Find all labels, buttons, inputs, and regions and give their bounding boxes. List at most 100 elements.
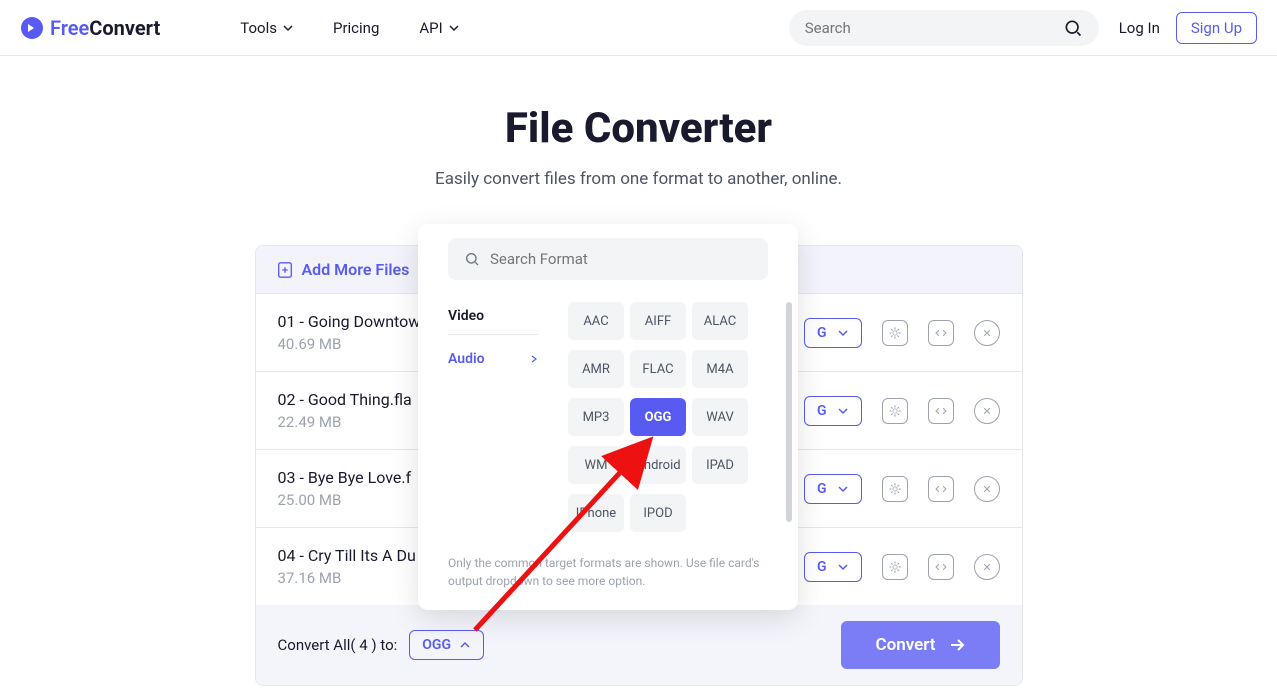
- format-option-alac[interactable]: ALAC: [692, 302, 748, 340]
- logo-icon: [20, 16, 44, 40]
- search-input[interactable]: [805, 19, 1063, 37]
- signup-button[interactable]: Sign Up: [1176, 12, 1257, 44]
- file-actions: G: [804, 552, 1000, 582]
- close-icon: [980, 482, 994, 496]
- file-format-label: G: [817, 559, 827, 575]
- header: FreeConvert Tools Pricing API Log In Sig…: [0, 0, 1277, 56]
- format-option-ipod[interactable]: IPOD: [630, 494, 686, 532]
- format-option-android[interactable]: Android: [630, 446, 686, 484]
- code-icon: [934, 482, 948, 496]
- nav-pricing-label: Pricing: [333, 19, 379, 37]
- settings-button[interactable]: [882, 476, 908, 502]
- code-button[interactable]: [928, 476, 954, 502]
- format-option-wm[interactable]: WM: [568, 446, 624, 484]
- popup-note: Only the common target formats are shown…: [448, 554, 768, 590]
- add-file-icon: [276, 261, 294, 279]
- code-icon: [934, 404, 948, 418]
- formats-grid: AACAIFFALACAMRFLACM4AMP3OGGWAVWMAndroidI…: [568, 302, 768, 532]
- sidebar-item-audio[interactable]: Audio: [448, 345, 538, 373]
- popup-search[interactable]: [448, 238, 768, 280]
- file-format-label: G: [817, 325, 827, 341]
- remove-button[interactable]: [974, 398, 1000, 424]
- file-actions: G: [804, 474, 1000, 504]
- close-icon: [980, 560, 994, 574]
- nav-tools[interactable]: Tools: [240, 19, 293, 37]
- gear-icon: [888, 560, 902, 574]
- nav-tools-label: Tools: [240, 19, 277, 37]
- format-search-input[interactable]: [490, 250, 752, 268]
- login-link[interactable]: Log In: [1119, 19, 1160, 37]
- gear-icon: [888, 404, 902, 418]
- file-format-button[interactable]: G: [804, 552, 862, 582]
- convert-all-format-label: OGG: [422, 637, 451, 653]
- format-option-iphone[interactable]: IPhone: [568, 494, 624, 532]
- nav: Tools Pricing API: [240, 19, 458, 37]
- chevron-down-icon: [837, 561, 849, 573]
- convert-all-format-button[interactable]: OGG: [409, 630, 484, 660]
- nav-api-label: API: [419, 19, 442, 37]
- format-option-wav[interactable]: WAV: [692, 398, 748, 436]
- brand-light: Free: [50, 16, 89, 40]
- code-button[interactable]: [928, 398, 954, 424]
- search-icon: [464, 251, 480, 267]
- format-option-amr[interactable]: AMR: [568, 350, 624, 388]
- file-format-label: G: [817, 403, 827, 419]
- remove-button[interactable]: [974, 554, 1000, 580]
- close-icon: [980, 326, 994, 340]
- chevron-down-icon: [837, 327, 849, 339]
- logo[interactable]: FreeConvert: [20, 16, 160, 40]
- settings-button[interactable]: [882, 398, 908, 424]
- page-title: File Converter: [0, 104, 1277, 153]
- convert-button[interactable]: Convert: [841, 621, 999, 669]
- footer-row: Convert All( 4 ) to: OGG Convert: [256, 605, 1022, 685]
- format-option-aac[interactable]: AAC: [568, 302, 624, 340]
- sidebar-item-video[interactable]: Video: [448, 302, 538, 335]
- file-format-button[interactable]: G: [804, 474, 862, 504]
- remove-button[interactable]: [974, 320, 1000, 346]
- format-popup: Video Audio AACAIFFALAC AMRFLACM4A MP3OGGW…: [418, 224, 798, 610]
- brand-bold: Convert: [89, 16, 160, 40]
- file-actions: G: [804, 396, 1000, 426]
- settings-button[interactable]: [882, 320, 908, 346]
- format-option-flac[interactable]: FLAC: [630, 350, 686, 388]
- code-icon: [934, 326, 948, 340]
- chevron-down-icon: [449, 23, 459, 33]
- format-option-ipad[interactable]: IPAD: [692, 446, 748, 484]
- scrollbar[interactable]: [786, 302, 792, 522]
- search-box[interactable]: [789, 10, 1099, 46]
- close-icon: [980, 404, 994, 418]
- chevron-right-icon: [530, 355, 538, 363]
- hero: File Converter Easily convert files from…: [0, 104, 1277, 189]
- chevron-up-icon: [459, 639, 471, 651]
- chevron-down-icon: [837, 483, 849, 495]
- file-format-button[interactable]: G: [804, 318, 862, 348]
- format-option-mp3[interactable]: MP3: [568, 398, 624, 436]
- code-button[interactable]: [928, 320, 954, 346]
- settings-button[interactable]: [882, 554, 908, 580]
- file-format-label: G: [817, 481, 827, 497]
- code-button[interactable]: [928, 554, 954, 580]
- search-icon: [1063, 18, 1083, 38]
- remove-button[interactable]: [974, 476, 1000, 502]
- nav-api[interactable]: API: [419, 19, 458, 37]
- format-option-aiff[interactable]: AIFF: [630, 302, 686, 340]
- add-more-label: Add More Files: [302, 260, 410, 279]
- chevron-down-icon: [283, 23, 293, 33]
- gear-icon: [888, 482, 902, 496]
- file-actions: G: [804, 318, 1000, 348]
- code-icon: [934, 560, 948, 574]
- popup-sidebar: Video Audio: [448, 302, 538, 532]
- format-option-ogg[interactable]: OGG: [630, 398, 686, 436]
- popup-body: Video Audio AACAIFFALAC AMRFLACM4A MP3OGGW…: [448, 302, 768, 532]
- sidebar-audio-label: Audio: [448, 351, 485, 367]
- convert-button-label: Convert: [875, 635, 935, 655]
- format-option-m4a[interactable]: M4A: [692, 350, 748, 388]
- arrow-right-icon: [948, 636, 966, 654]
- gear-icon: [888, 326, 902, 340]
- nav-pricing[interactable]: Pricing: [333, 19, 379, 37]
- page-subtitle: Easily convert files from one format to …: [0, 169, 1277, 189]
- convert-all-label: Convert All( 4 ) to:: [278, 636, 398, 654]
- file-format-button[interactable]: G: [804, 396, 862, 426]
- chevron-down-icon: [837, 405, 849, 417]
- add-more-files-button[interactable]: Add More Files: [276, 260, 410, 279]
